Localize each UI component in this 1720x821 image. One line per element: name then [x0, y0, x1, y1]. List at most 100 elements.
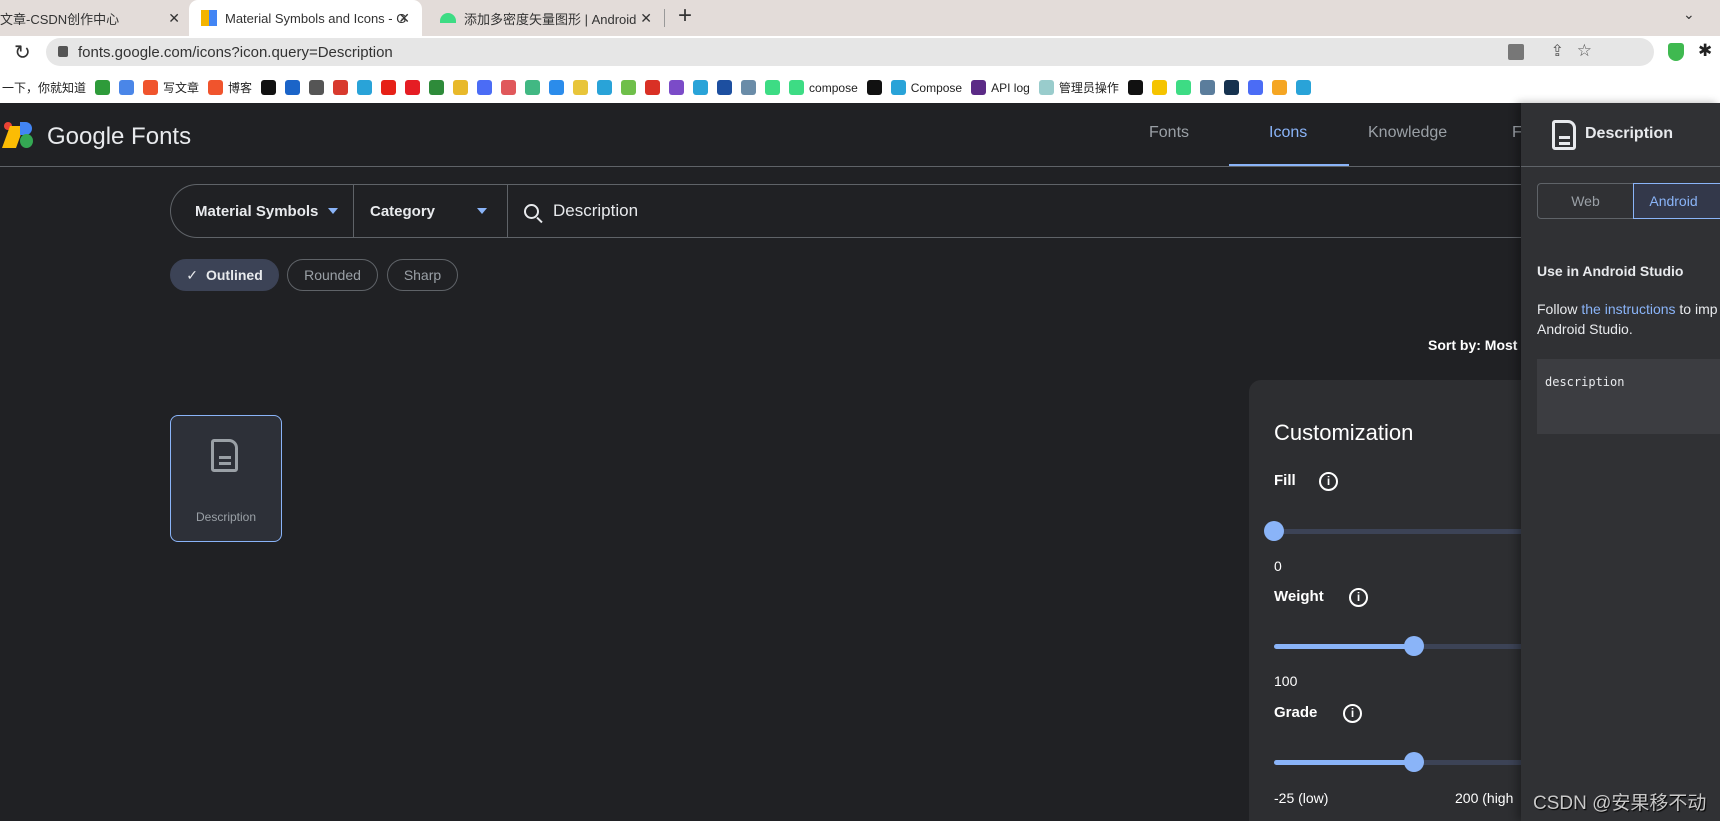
bookmark-item[interactable]: 管理员操作: [1038, 79, 1119, 96]
bookmark-item[interactable]: 博客: [208, 79, 252, 96]
bookmark-item[interactable]: [333, 80, 349, 95]
new-tab-button[interactable]: +: [678, 2, 692, 30]
bookmark-item[interactable]: 一下，你就知道: [2, 79, 86, 96]
bookmark-favicon-icon: [741, 80, 757, 95]
browser-tab-active[interactable]: Material Symbols and Icons - G ✕: [189, 0, 422, 36]
bookmark-item[interactable]: [549, 80, 565, 95]
bookmark-item[interactable]: [477, 80, 493, 95]
reload-icon[interactable]: ↻: [14, 40, 31, 65]
browser-tab[interactable]: 文章-CSDN创作中心 ✕: [0, 0, 192, 36]
bookmark-item[interactable]: [693, 80, 709, 95]
icon-card-description[interactable]: Description: [170, 415, 282, 542]
bookmark-item[interactable]: [1175, 80, 1191, 95]
bookmark-favicon-icon: [1038, 80, 1054, 95]
code-snippet[interactable]: description: [1537, 359, 1720, 434]
tab-web[interactable]: Web: [1537, 183, 1634, 219]
close-icon[interactable]: ✕: [168, 10, 180, 27]
style-chip-sharp[interactable]: Sharp: [387, 259, 458, 291]
header-divider: [0, 166, 1520, 167]
panel-title: Description: [1585, 125, 1674, 142]
address-bar[interactable]: fonts.google.com/icons?icon.query=Descri…: [46, 38, 1654, 66]
lock-icon: [58, 46, 68, 57]
bookmark-item[interactable]: [1151, 80, 1167, 95]
nav-icons[interactable]: Icons: [1269, 124, 1307, 142]
bookmark-item[interactable]: [1247, 80, 1263, 95]
bookmark-item[interactable]: [357, 80, 373, 95]
bookmark-item[interactable]: [866, 80, 882, 95]
bookmark-item[interactable]: [309, 80, 325, 95]
bookmark-item[interactable]: [621, 80, 637, 95]
bookmark-favicon-icon: [501, 80, 517, 95]
bookmark-item[interactable]: [1223, 80, 1239, 95]
bookmark-item[interactable]: [1199, 80, 1215, 95]
bookmark-favicon-icon: [971, 80, 987, 95]
bookmark-favicon-icon: [597, 80, 613, 95]
family-label: Material Symbols: [195, 202, 319, 220]
bookmark-item[interactable]: API log: [971, 80, 1030, 95]
bookmark-item[interactable]: [1127, 80, 1143, 95]
bookmark-item[interactable]: [285, 80, 301, 95]
bookmark-item[interactable]: [381, 80, 397, 95]
bookmark-item[interactable]: [1271, 80, 1287, 95]
bookmark-item[interactable]: [741, 80, 757, 95]
style-chip-outlined[interactable]: ✓ Outlined: [170, 259, 279, 291]
bookmark-item[interactable]: [717, 80, 733, 95]
close-icon[interactable]: ✕: [398, 10, 410, 27]
bookmark-item[interactable]: [1295, 80, 1311, 95]
bookmark-item[interactable]: [429, 80, 445, 95]
description-icon: [1552, 120, 1576, 150]
google-fonts-favicon-icon: [201, 10, 217, 26]
share-icon[interactable]: ⇪: [1551, 41, 1564, 61]
family-dropdown[interactable]: Material Symbols: [171, 185, 354, 237]
grade-min-label: -25 (low): [1274, 790, 1329, 806]
bookmark-item[interactable]: [573, 80, 589, 95]
fill-label: Fill: [1274, 472, 1296, 489]
info-icon[interactable]: i: [1319, 472, 1338, 491]
bookmark-star-icon[interactable]: ☆: [1577, 41, 1592, 61]
category-dropdown[interactable]: Category: [354, 185, 508, 237]
fill-slider[interactable]: [1264, 521, 1554, 541]
icon-name: Description: [195, 510, 257, 524]
info-icon[interactable]: i: [1343, 704, 1362, 723]
tab-android[interactable]: Android: [1633, 183, 1720, 219]
browser-tab[interactable]: 添加多密度矢量图形 | Android ✕: [428, 0, 664, 36]
bookmark-item[interactable]: [765, 80, 781, 95]
instructions-link[interactable]: the instructions: [1581, 301, 1675, 317]
bookmark-item[interactable]: [597, 80, 613, 95]
bookmark-item[interactable]: [261, 80, 277, 95]
style-chip-rounded[interactable]: Rounded: [287, 259, 378, 291]
search-input[interactable]: Description: [508, 201, 638, 223]
slider-thumb[interactable]: [1404, 752, 1424, 772]
bookmark-favicon-icon: [453, 80, 469, 95]
grade-label: Grade: [1274, 704, 1318, 721]
bookmark-favicon-icon: [285, 80, 301, 95]
extensions-puzzle-icon[interactable]: ✱: [1698, 41, 1712, 61]
slider-thumb[interactable]: [1404, 636, 1424, 656]
bookmark-label: 一下，你就知道: [2, 81, 87, 95]
bookmark-item[interactable]: [119, 80, 135, 95]
nav-knowledge[interactable]: Knowledge: [1368, 124, 1447, 142]
bookmark-favicon-icon: [477, 80, 493, 95]
bookmark-item[interactable]: [453, 80, 469, 95]
bookmark-item[interactable]: [525, 80, 541, 95]
slider-thumb[interactable]: [1264, 521, 1284, 541]
bookmark-item[interactable]: [405, 80, 421, 95]
bookmark-item[interactable]: [645, 80, 661, 95]
bookmark-item[interactable]: Compose: [890, 80, 962, 95]
bookmark-item[interactable]: [669, 80, 685, 95]
close-icon[interactable]: ✕: [640, 10, 652, 27]
bookmark-favicon-icon: [1247, 80, 1263, 95]
nav-fonts[interactable]: Fonts: [1149, 124, 1189, 142]
chip-label: Rounded: [304, 267, 361, 283]
info-icon[interactable]: i: [1349, 588, 1368, 607]
bookmark-item[interactable]: [501, 80, 517, 95]
bookmark-item[interactable]: 写文章: [143, 79, 199, 96]
sort-dropdown[interactable]: Sort by: Most: [1428, 337, 1517, 353]
translate-icon[interactable]: [1508, 44, 1524, 60]
bookmark-item[interactable]: compose: [789, 80, 858, 95]
tab-search-chevron-icon[interactable]: ⌄: [1683, 6, 1695, 23]
extension-shield-icon[interactable]: [1668, 43, 1684, 61]
bookmark-favicon-icon: [693, 80, 709, 95]
bookmark-item[interactable]: [95, 80, 111, 95]
brand-name[interactable]: Google Fonts: [47, 123, 191, 151]
